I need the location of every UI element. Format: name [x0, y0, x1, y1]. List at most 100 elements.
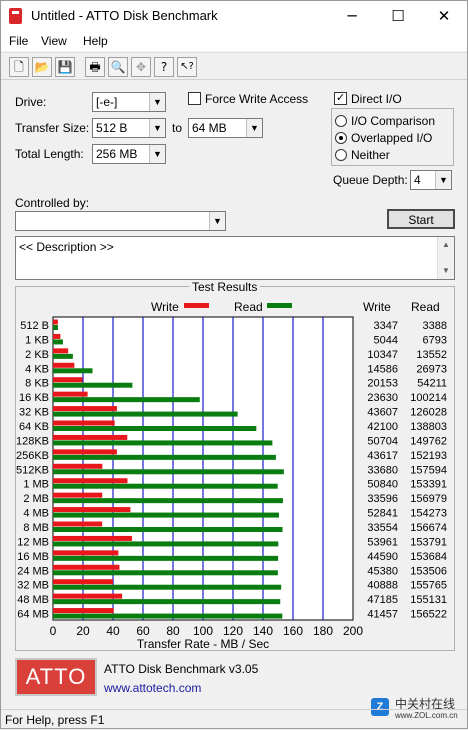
- read-bar: [53, 570, 278, 576]
- write-value: 41457: [367, 609, 398, 621]
- read-value: 26973: [416, 363, 447, 375]
- y-tick-label: 32 KB: [19, 407, 49, 419]
- write-value: 52841: [367, 508, 398, 520]
- legend-read-label: Read: [234, 300, 263, 314]
- x-tick-label: 60: [136, 624, 150, 638]
- y-tick-label: 8 KB: [25, 378, 49, 390]
- legend-read-swatch: [267, 303, 292, 308]
- x-tick-label: 160: [283, 624, 303, 638]
- y-tick-label: 16 KB: [19, 392, 49, 404]
- x-axis-label: Transfer Rate - MB / Sec: [137, 637, 269, 651]
- read-value: 153684: [410, 551, 447, 563]
- read-bar: [53, 353, 73, 359]
- x-tick-label: 0: [50, 624, 57, 638]
- read-bar: [53, 411, 238, 417]
- write-value: 23630: [367, 392, 398, 404]
- legend-write-swatch: [184, 303, 209, 308]
- write-bar: [53, 406, 117, 412]
- y-tick-label: 24 MB: [17, 565, 49, 577]
- read-bar: [53, 512, 279, 518]
- y-tick-label: 64 MB: [17, 609, 49, 621]
- y-tick-label: 12 MB: [17, 536, 49, 548]
- read-value: 54211: [417, 378, 447, 390]
- x-tick-label: 100: [193, 624, 213, 638]
- x-tick-label: 80: [166, 624, 180, 638]
- x-tick-label: 120: [223, 624, 243, 638]
- read-bar: [53, 483, 278, 489]
- read-value: 13552: [416, 349, 447, 361]
- read-value: 153391: [410, 479, 447, 491]
- read-value: 156674: [410, 522, 447, 534]
- x-tick-label: 40: [106, 624, 120, 638]
- website-link[interactable]: www.attotech.com: [104, 681, 201, 695]
- write-value: 44590: [367, 551, 398, 563]
- read-value: 153506: [410, 565, 447, 577]
- write-bar: [53, 319, 58, 325]
- write-bar: [53, 420, 115, 426]
- read-bar: [53, 469, 284, 475]
- write-value: 50840: [367, 479, 398, 491]
- write-value: 40888: [367, 580, 398, 592]
- read-bar: [53, 339, 63, 345]
- write-value: 42100: [367, 421, 398, 433]
- read-bar: [53, 426, 257, 431]
- x-tick-label: 180: [313, 624, 333, 638]
- write-value: 45380: [367, 565, 398, 577]
- write-bar: [53, 521, 103, 527]
- y-tick-label: 2 MB: [23, 493, 49, 505]
- read-value: 155131: [410, 594, 447, 606]
- write-bar: [53, 478, 128, 484]
- write-value: 10347: [367, 349, 398, 361]
- read-value: 153791: [410, 536, 447, 548]
- y-tick-label: 1 KB: [25, 334, 49, 346]
- write-bar: [53, 377, 83, 383]
- y-tick-label: 4 MB: [23, 508, 49, 520]
- write-bar: [53, 463, 103, 469]
- y-tick-label: 128KB: [16, 435, 49, 447]
- write-value: 20153: [367, 378, 398, 390]
- y-tick-label: 2 KB: [25, 349, 49, 361]
- read-bar: [53, 382, 133, 388]
- y-tick-label: 8 MB: [23, 522, 49, 534]
- read-bar: [53, 454, 276, 460]
- y-tick-label: 64 KB: [19, 421, 49, 433]
- status-text: For Help, press F1: [5, 713, 105, 727]
- read-value: 149762: [410, 435, 447, 447]
- write-value: 53961: [367, 536, 398, 548]
- read-bar: [53, 527, 283, 532]
- write-bar: [53, 507, 131, 513]
- write-bar: [53, 593, 123, 599]
- write-bar: [53, 535, 133, 541]
- read-bar: [53, 584, 282, 590]
- atto-logo: ATTO: [15, 658, 97, 696]
- read-column-header: Read: [411, 300, 440, 314]
- read-bar: [53, 368, 93, 374]
- write-bar: [53, 362, 75, 368]
- y-tick-label: 512 B: [20, 320, 49, 332]
- app-window: Untitled - ATTO Disk Benchmark ─ ☐ ✕ Fil…: [0, 0, 468, 729]
- write-value: 5044: [374, 334, 398, 346]
- read-bar: [53, 325, 58, 330]
- read-value: 156522: [410, 609, 447, 621]
- write-value: 33554: [367, 522, 398, 534]
- read-value: 155765: [410, 580, 447, 592]
- y-tick-label: 4 KB: [25, 363, 49, 375]
- write-bar: [53, 492, 103, 498]
- y-tick-label: 1 MB: [23, 479, 49, 491]
- read-value: 152193: [410, 450, 447, 462]
- write-bar: [53, 579, 113, 585]
- write-value: 33680: [367, 464, 398, 476]
- read-bar: [53, 440, 273, 446]
- write-bar: [53, 608, 114, 614]
- read-bar: [53, 555, 279, 561]
- write-value: 3347: [374, 320, 398, 332]
- y-tick-label: 32 MB: [17, 580, 49, 592]
- x-tick-label: 200: [343, 624, 363, 638]
- read-value: 138803: [410, 421, 447, 433]
- write-bar: [53, 550, 119, 556]
- y-tick-label: 256KB: [16, 450, 49, 462]
- write-value: 43617: [367, 450, 398, 462]
- write-column-header: Write: [363, 300, 391, 314]
- status-bar: For Help, press F1: [1, 709, 467, 729]
- read-bar: [53, 498, 283, 504]
